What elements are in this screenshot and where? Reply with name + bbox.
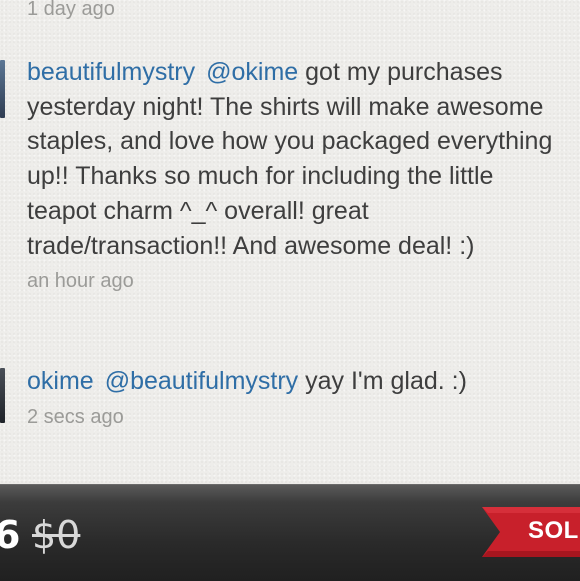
comment-timestamp: an hour ago	[27, 270, 134, 293]
comment-mention[interactable]: @okime	[206, 58, 298, 86]
price: 6	[0, 513, 20, 557]
sold-ribbon: SOLD	[482, 507, 580, 557]
comment-text: yay I'm glad. :)	[305, 367, 467, 395]
comment-thread: 1 day ago beautifulmystry @okime got my p…	[0, 0, 580, 484]
previous-comment-timestamp: 1 day ago	[27, 0, 115, 20]
comment-mention[interactable]: @beautifulmystry	[105, 367, 299, 395]
original-price: $0	[32, 513, 81, 557]
comment: beautifulmystry @okime got my purchases y…	[27, 55, 567, 293]
comment-timestamp: 2 secs ago	[27, 405, 124, 428]
comment-text: got my purchases yesterday night! The sh…	[27, 58, 553, 260]
comment: okime @beautifulmystry yay I'm glad. :) 2…	[27, 364, 567, 429]
comment-username[interactable]: okime	[27, 367, 94, 395]
comment-username[interactable]: beautifulmystry	[27, 58, 195, 86]
sold-label: SOLD	[528, 517, 580, 544]
avatar[interactable]	[0, 60, 5, 118]
avatar[interactable]	[0, 368, 5, 423]
listing-price-bar: 6 $0 SOLD	[0, 484, 580, 581]
